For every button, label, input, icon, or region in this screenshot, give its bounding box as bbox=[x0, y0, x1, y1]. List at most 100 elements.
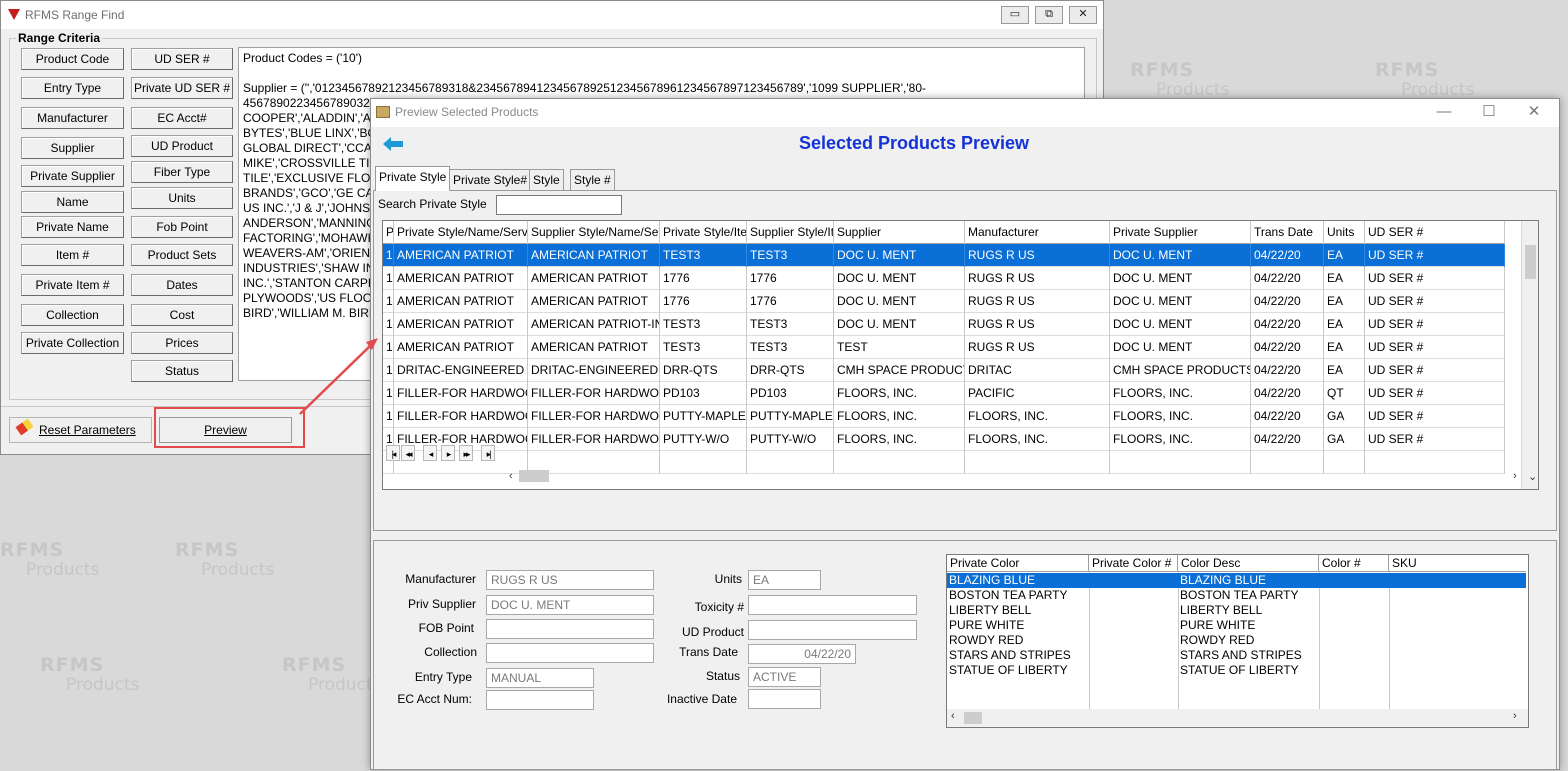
table-cell: FLOORS, INC. bbox=[834, 428, 965, 451]
table-row[interactable]: 10AMERICAN PATRIOTAMERICAN PATRIOT177617… bbox=[383, 290, 1505, 313]
prices-button[interactable]: Prices bbox=[131, 332, 233, 354]
restore-button[interactable]: ⧉ bbox=[1035, 6, 1063, 24]
maximize-button[interactable]: ☐ bbox=[1474, 102, 1504, 122]
next-record-button[interactable]: ▸ bbox=[441, 445, 455, 461]
private-name-button[interactable]: Private Name bbox=[21, 216, 124, 238]
page-forward-button[interactable]: ▸▸ bbox=[459, 445, 473, 461]
ud-product-button[interactable]: UD Product bbox=[131, 135, 233, 157]
colors-grid[interactable]: Private Color Private Color # Color Desc… bbox=[946, 554, 1529, 728]
ud-ser-button[interactable]: UD SER # bbox=[131, 48, 233, 70]
color-row[interactable]: LIBERTY BELL LIBERTY BELL bbox=[947, 603, 1526, 618]
units-field[interactable]: EA bbox=[748, 570, 821, 590]
tab-style[interactable]: Style bbox=[529, 169, 564, 190]
table-row[interactable]: 10AMERICAN PATRIOTAMERICAN PATRIOT177617… bbox=[383, 267, 1505, 290]
table-row[interactable]: 10AMERICAN PATRIOTAMERICAN PATRIOTTEST3T… bbox=[383, 336, 1505, 359]
column-header[interactable]: Private Color bbox=[947, 555, 1089, 572]
tab-private-style[interactable]: Private Style bbox=[375, 166, 451, 191]
column-header[interactable]: Color # bbox=[1319, 555, 1389, 572]
color-row[interactable]: BLAZING BLUE BLAZING BLUE bbox=[947, 573, 1526, 588]
column-header[interactable]: Private Supplier bbox=[1110, 221, 1251, 244]
column-header[interactable]: Units bbox=[1324, 221, 1365, 244]
collection-button[interactable]: Collection bbox=[21, 304, 124, 326]
color-row[interactable]: PURE WHITE PURE WHITE bbox=[947, 618, 1526, 633]
first-record-button[interactable]: |◂ bbox=[386, 445, 400, 461]
name-button[interactable]: Name bbox=[21, 191, 124, 213]
column-header[interactable]: P bbox=[383, 221, 394, 244]
column-header[interactable]: Trans Date bbox=[1251, 221, 1324, 244]
scroll-left-icon[interactable]: ‹ bbox=[509, 470, 513, 482]
cost-button[interactable]: Cost bbox=[131, 304, 233, 326]
dates-button[interactable]: Dates bbox=[131, 274, 233, 296]
inactive-date-field[interactable] bbox=[748, 689, 821, 709]
private-ud-ser-button[interactable]: Private UD SER # bbox=[131, 77, 233, 99]
minimize-button[interactable]: — bbox=[1429, 102, 1459, 122]
table-row[interactable]: 10AMERICAN PATRIOTAMERICAN PATRIOT-INFTE… bbox=[383, 313, 1505, 336]
scroll-thumb[interactable] bbox=[964, 712, 982, 724]
vertical-scrollbar[interactable] bbox=[1521, 221, 1538, 489]
table-cell: 04/22/20 bbox=[1251, 405, 1324, 428]
close-button[interactable]: ✕ bbox=[1069, 6, 1097, 24]
scroll-right-icon[interactable]: › bbox=[1513, 710, 1517, 722]
products-grid[interactable]: P Private Style/Name/Serv Supplier Style… bbox=[382, 220, 1539, 490]
product-code-button[interactable]: Product Code bbox=[21, 48, 124, 70]
table-row[interactable]: 10FILLER-FOR HARDWOODFILLER-FOR HARDWOOD… bbox=[383, 428, 1505, 451]
color-row[interactable]: STATUE OF LIBERTY STATUE OF LIBERTY bbox=[947, 663, 1526, 678]
column-header[interactable]: SKU bbox=[1389, 555, 1526, 572]
column-header[interactable]: Supplier Style/It bbox=[747, 221, 834, 244]
collection-field[interactable] bbox=[486, 643, 654, 663]
color-row[interactable]: STARS AND STRIPES STARS AND STRIPES bbox=[947, 648, 1526, 663]
scroll-left-icon[interactable]: ‹ bbox=[951, 710, 955, 722]
units-button[interactable]: Units bbox=[131, 187, 233, 209]
supplier-button[interactable]: Supplier bbox=[21, 137, 124, 159]
scroll-down-icon[interactable]: ⌄ bbox=[1528, 470, 1537, 483]
private-item-number-button[interactable]: Private Item # bbox=[21, 274, 124, 296]
manufacturer-button[interactable]: Manufacturer bbox=[21, 107, 124, 129]
reset-parameters-button[interactable]: Reset Parameters bbox=[9, 417, 152, 443]
fiber-type-button[interactable]: Fiber Type bbox=[131, 161, 233, 183]
column-header[interactable]: UD SER # bbox=[1365, 221, 1505, 244]
last-record-button[interactable]: ▸| bbox=[481, 445, 495, 461]
ec-acct-num-field[interactable] bbox=[486, 690, 594, 710]
minimize-button[interactable]: ▭ bbox=[1001, 6, 1029, 24]
fob-point-field[interactable] bbox=[486, 619, 654, 639]
table-row[interactable]: 10FILLER-FOR HARDWOODFILLER-FOR HARDWOOD… bbox=[383, 405, 1505, 428]
search-input[interactable] bbox=[496, 195, 622, 215]
horizontal-scrollbar[interactable]: ‹ › bbox=[947, 709, 1528, 727]
scroll-thumb[interactable] bbox=[1525, 245, 1536, 279]
scroll-right-icon[interactable]: › bbox=[1513, 470, 1517, 482]
column-header[interactable]: Supplier bbox=[834, 221, 965, 244]
tab-private-style-number[interactable]: Private Style# bbox=[449, 169, 532, 190]
item-number-button[interactable]: Item # bbox=[21, 244, 124, 266]
column-header[interactable]: Color Desc bbox=[1178, 555, 1319, 572]
close-button[interactable]: ✕ bbox=[1519, 102, 1549, 122]
table-row[interactable]: 10FILLER-FOR HARDWOODFILLER-FOR HARDWOOD… bbox=[383, 382, 1505, 405]
table-row[interactable]: 10DRITAC-ENGINEEREDDRITAC-ENGINEEREDDRR-… bbox=[383, 359, 1505, 382]
table-row[interactable]: 10AMERICAN PATRIOTAMERICAN PATRIOTTEST3T… bbox=[383, 244, 1505, 267]
entry-type-field[interactable]: MANUAL bbox=[486, 668, 594, 688]
column-header[interactable]: Supplier Style/Name/Se bbox=[528, 221, 660, 244]
private-supplier-button[interactable]: Private Supplier bbox=[21, 165, 124, 187]
column-header[interactable]: Private Style/Ite bbox=[660, 221, 747, 244]
horizontal-scroll-thumb[interactable] bbox=[519, 470, 549, 482]
column-header[interactable]: Private Style/Name/Serv bbox=[394, 221, 528, 244]
tab-style-number[interactable]: Style # bbox=[570, 169, 615, 190]
page-back-button[interactable]: ◂◂ bbox=[401, 445, 415, 461]
column-header[interactable]: Manufacturer bbox=[965, 221, 1110, 244]
column-header[interactable]: Private Color # bbox=[1089, 555, 1178, 572]
table-cell bbox=[1365, 451, 1505, 474]
manufacturer-field[interactable]: RUGS R US bbox=[486, 570, 654, 590]
prev-record-button[interactable]: ◂ bbox=[423, 445, 437, 461]
status-button[interactable]: Status bbox=[131, 360, 233, 382]
product-sets-button[interactable]: Product Sets bbox=[131, 244, 233, 266]
toxicity-field[interactable] bbox=[748, 595, 917, 615]
priv-supplier-field[interactable]: DOC U. MENT bbox=[486, 595, 654, 615]
color-row[interactable]: BOSTON TEA PARTY BOSTON TEA PARTY bbox=[947, 588, 1526, 603]
fob-point-button[interactable]: Fob Point bbox=[131, 216, 233, 238]
trans-date-field[interactable]: 04/22/20 bbox=[748, 644, 856, 664]
private-collection-button[interactable]: Private Collection bbox=[21, 332, 124, 354]
entry-type-button[interactable]: Entry Type bbox=[21, 77, 124, 99]
color-row[interactable]: ROWDY RED ROWDY RED bbox=[947, 633, 1526, 648]
status-field[interactable]: ACTIVE bbox=[748, 667, 821, 687]
ec-acct-button[interactable]: EC Acct# bbox=[131, 107, 233, 129]
ud-product-field[interactable] bbox=[748, 620, 917, 640]
